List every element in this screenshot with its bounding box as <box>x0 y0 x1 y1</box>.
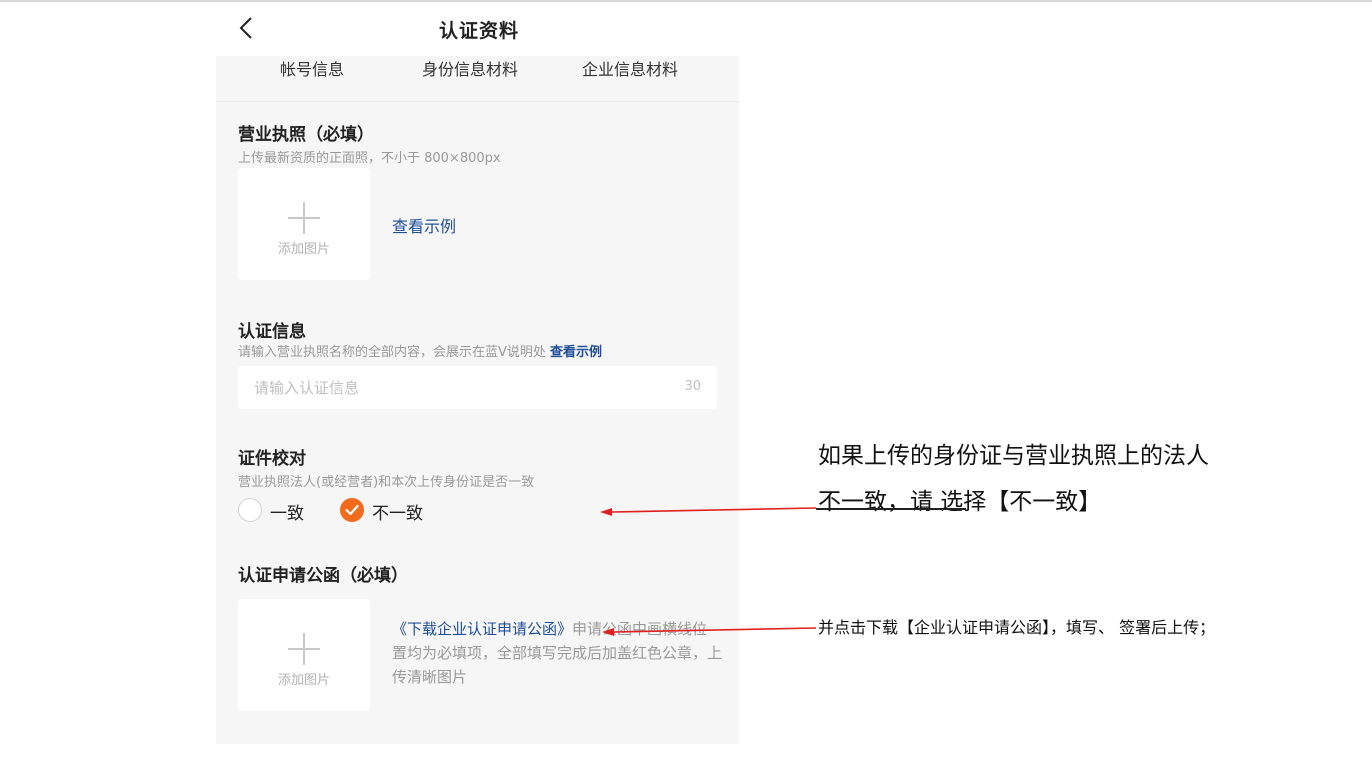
arrow-to-download-link <box>602 627 817 636</box>
arrow-to-inconsistent-option <box>600 507 817 516</box>
annotation-arrows <box>600 507 817 636</box>
